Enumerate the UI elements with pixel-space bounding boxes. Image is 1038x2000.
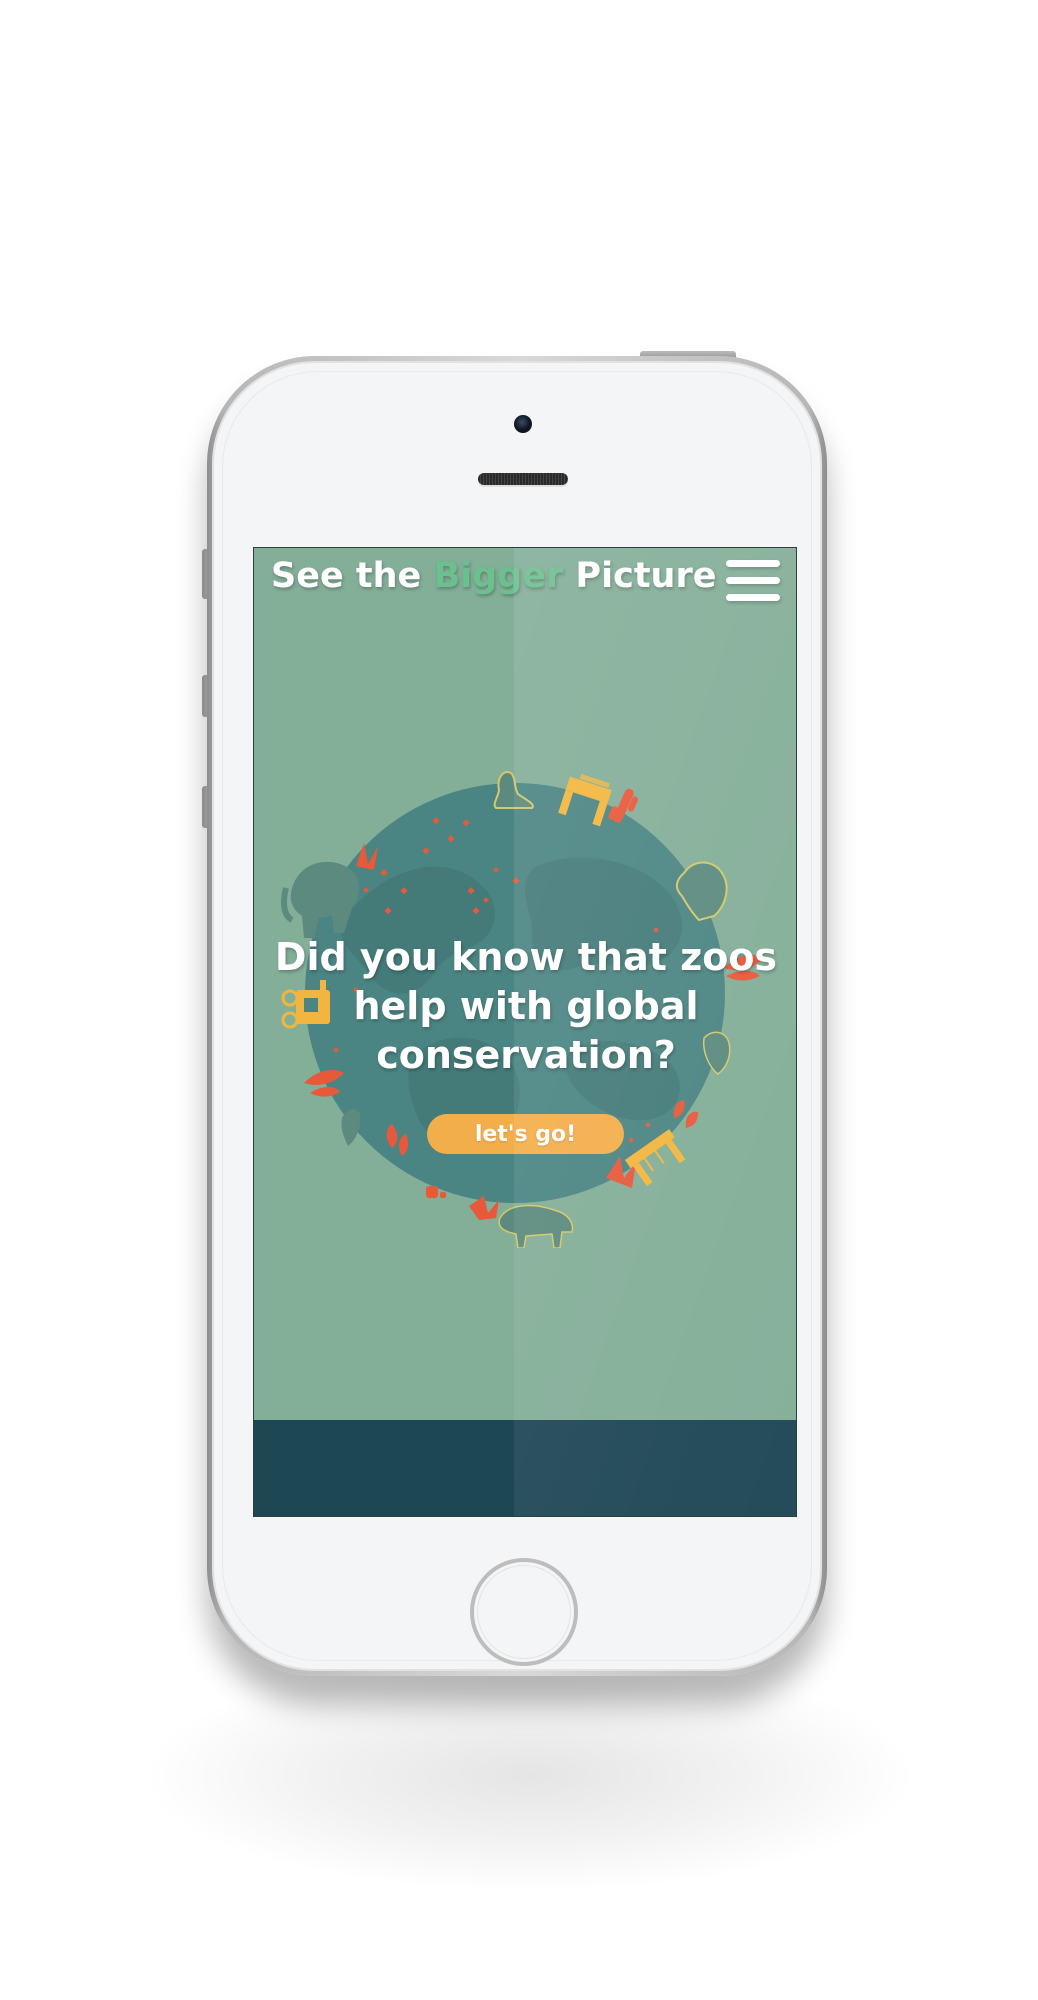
menu-bar-bottom (726, 594, 780, 601)
hero-headline: Did you know that zoos help with global … (274, 935, 778, 1077)
site-title-prefix: See the (271, 556, 422, 596)
phone-screen: See the Bigger Picture Did you know that… (253, 547, 797, 1517)
home-button (470, 1558, 578, 1666)
phone-shadow (150, 1660, 910, 1890)
menu-bar-middle (726, 577, 780, 584)
footer-band (254, 1420, 796, 1516)
site-title[interactable]: See the Bigger Picture (271, 556, 716, 596)
hamburger-menu-icon[interactable] (726, 560, 780, 602)
mockup-stage: See the Bigger Picture Did you know that… (0, 0, 1038, 2000)
site-title-suffix: Picture (575, 556, 717, 596)
menu-bar-top (726, 560, 780, 567)
site-title-accent: Bigger (433, 556, 564, 596)
buffalo-icon (498, 1204, 574, 1249)
rhino-icon (341, 1109, 361, 1146)
lets-go-button[interactable]: let's go! (427, 1114, 624, 1154)
front-camera (514, 415, 532, 433)
earpiece-speaker (478, 473, 568, 485)
